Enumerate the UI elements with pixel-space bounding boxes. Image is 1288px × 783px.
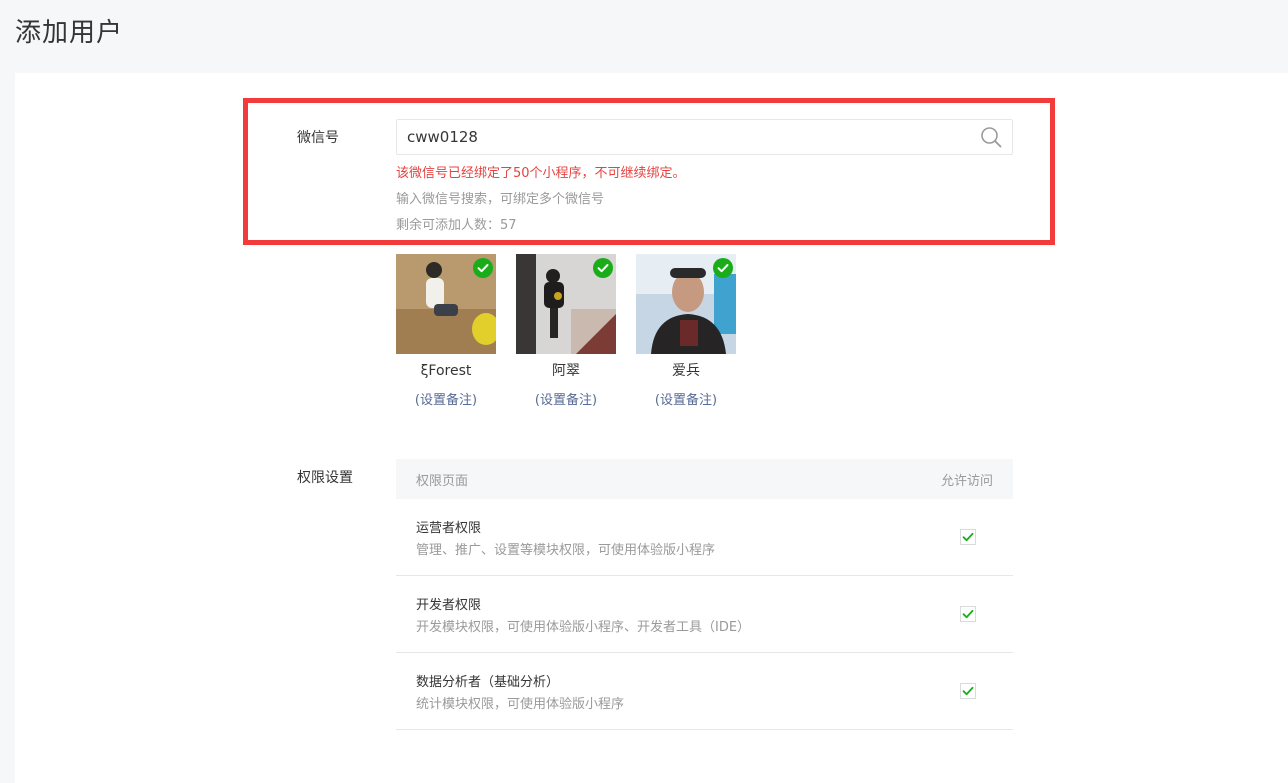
permission-title: 运营者权限 [416,521,482,536]
set-remark-link[interactable]: (设置备注) [636,389,736,408]
user-card[interactable]: 爱兵 (设置备注) [636,254,736,408]
avatar[interactable] [516,254,616,354]
permission-desc: 统计模块权限，可使用体验版小程序 [416,697,625,712]
col-page-header: 权限页面 [416,473,469,489]
col-access-header: 允许访问 [940,473,993,489]
user-name: ξForest [420,363,472,379]
permissions-table: 权限页面 允许访问 运营者权限 管理、推广、设置等模块权限，可使用体验版小程序 … [396,459,1013,730]
user-card[interactable]: 阿翠 (设置备注) [516,254,616,408]
permissions-table-header: 权限页面 允许访问 [396,459,1013,499]
avatar[interactable] [636,254,736,354]
selected-check-icon [593,258,613,278]
table-row: 数据分析者（基础分析） 统计模块权限，可使用体验版小程序 [396,653,1013,730]
permission-title: 数据分析者（基础分析） [416,675,560,690]
highlight-box [243,98,1055,245]
permission-title: 开发者权限 [416,598,482,613]
user-name: 阿翠 [552,363,580,379]
permission-desc: 开发模块权限，可使用体验版小程序、开发者工具（IDE） [416,620,751,635]
selected-check-icon [713,258,733,278]
user-card[interactable]: ξForest (设置备注) [396,254,496,408]
selected-check-icon [473,258,493,278]
user-name: 爱兵 [672,363,700,379]
access-checkbox[interactable] [960,606,976,622]
page-title: 添加用户 [15,18,124,48]
access-checkbox[interactable] [960,529,976,545]
access-checkbox[interactable] [960,683,976,699]
permission-desc: 管理、推广、设置等模块权限，可使用体验版小程序 [416,543,716,558]
set-remark-link[interactable]: (设置备注) [516,389,616,408]
table-row: 开发者权限 开发模块权限，可使用体验版小程序、开发者工具（IDE） [396,576,1013,653]
set-remark-link[interactable]: (设置备注) [396,389,496,408]
avatar[interactable] [396,254,496,354]
permissions-label: 权限设置 [297,470,353,486]
table-row: 运营者权限 管理、推广、设置等模块权限，可使用体验版小程序 [396,499,1013,576]
